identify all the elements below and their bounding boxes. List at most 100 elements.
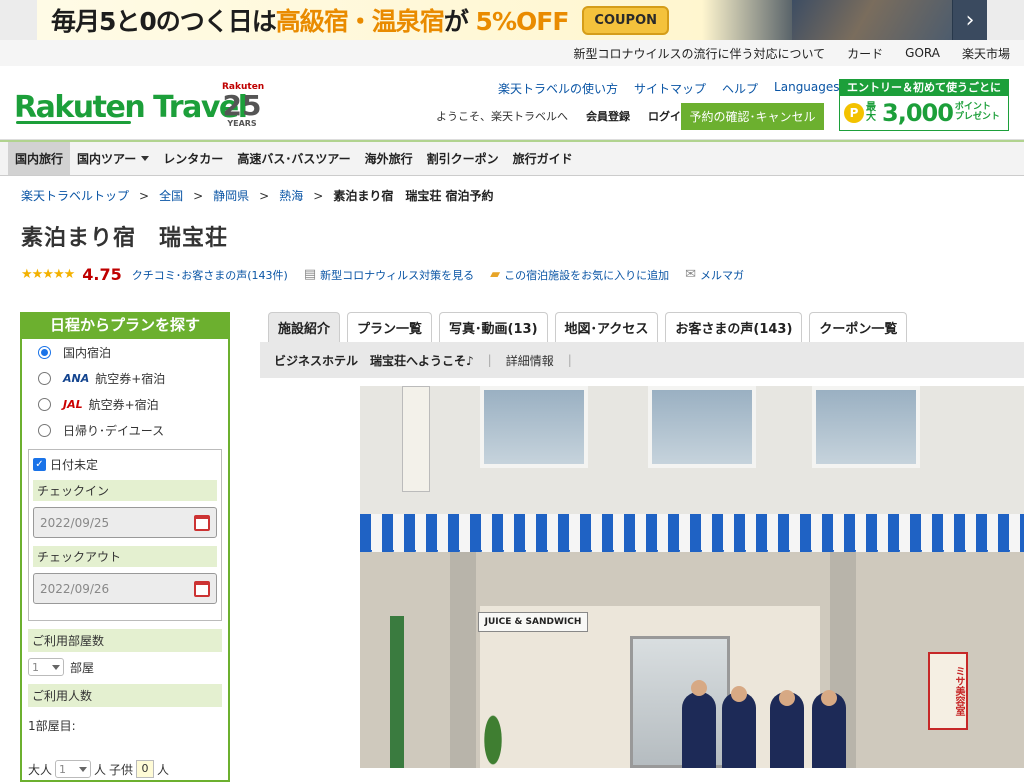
date-undecided-label: 日付未定 [50,457,99,472]
child-input[interactable]: 0 [136,760,155,778]
photo-shop-sign: JUICE & SANDWICH [478,612,588,632]
adult-label: 大人 [28,762,53,777]
radio-jal-air-stay[interactable] [38,397,51,411]
point-promo-banner[interactable]: エントリー＆初めて使うごとに P 最大 3,000 ポイント プレゼント [839,79,1009,131]
option-day-use[interactable]: 日帰り･デイユース [22,417,228,443]
photo-green-pole [390,616,404,768]
tab-plans[interactable]: プラン一覧 [347,312,433,342]
date-undecided-checkbox-row[interactable]: ✓ 日付未定 [33,456,217,472]
rakuten-travel-logo[interactable]: Rakuten Travel [14,90,248,125]
sub-tab-bar: ビジネスホテル 瑞宝荘へようこそ♪ | 詳細情報 | [260,342,1024,378]
nav-overseas[interactable]: 海外旅行 [358,142,420,175]
tab-photos[interactable]: 写真･動画(13) [439,312,548,342]
nav-domestic-tour[interactable]: 国内ツアー [70,142,156,175]
subtab-detail[interactable]: 詳細情報 [506,352,554,369]
photo-staff [722,692,756,768]
photo-window [812,386,920,468]
rating-score: 4.75 [82,265,122,284]
ana-logo-icon: ANA [63,371,90,385]
photo-staff-head [691,680,707,696]
calendar-icon[interactable] [194,580,210,597]
nav-bus[interactable]: 高速バス･バスツアー [230,142,357,175]
util-link-covid[interactable]: 新型コロナウイルスの流行に伴う対応について [574,45,826,62]
tab-coupons[interactable]: クーポン一覧 [809,312,908,342]
tab-facility-intro[interactable]: 施設紹介 [268,312,341,342]
date-box: ✓ 日付未定 チェックイン 2022/09/25 チェックアウト 2022/09… [28,449,222,621]
nav-coupon[interactable]: 割引クーポン [420,142,506,175]
subtab-welcome[interactable]: ビジネスホテル 瑞宝荘へようこそ♪ [274,352,474,369]
add-favorite-link[interactable]: この宿泊施設をお気に入りに追加 [504,267,669,283]
breadcrumb-sep: > [259,188,270,203]
header-links: 楽天トラベルの使い方 サイトマップ ヘルプ Languages [498,80,853,97]
breadcrumb-top[interactable]: 楽天トラベルトップ [21,187,129,204]
link-help[interactable]: ヘルプ [722,80,758,97]
breadcrumb-current: 素泊まり宿 瑞宝荘 宿泊予約 [333,189,494,203]
option-label: 日帰り･デイユース [63,423,165,438]
people-label: ご利用人数 [28,684,222,707]
promo-point-text: ポイント プレゼント [954,102,1000,122]
breadcrumb-sep: > [193,188,204,203]
checkin-label: チェックイン [33,480,217,501]
breadcrumb-atami[interactable]: 熱海 [279,187,303,204]
util-link-card[interactable]: カード [847,45,883,62]
photo-salon-sign: ミサ美容室 [928,652,968,730]
promo-top-text: エントリー＆初めて使うごとに [840,80,1008,96]
people-row: 大人 1 人 子供 0 人 [28,760,222,778]
radio-domestic-stay[interactable] [38,345,51,359]
checkbox-checked-icon[interactable]: ✓ [33,457,46,471]
room1-label: 1部屋目: [28,719,76,733]
checkin-date-input[interactable]: 2022/09/25 [33,507,217,538]
option-ana-air-stay[interactable]: ANA 航空券+宿泊 [22,365,228,391]
welcome-area: ようこそ、楽天トラベルへ 会員登録 ログイン [436,108,692,124]
checkout-date-input[interactable]: 2022/09/26 [33,573,217,604]
rooms-unit: 部屋 [70,660,95,675]
utility-nav: 新型コロナウイルスの流行に伴う対応について カード GORA 楽天市場 [0,40,1024,66]
child-label: 子供 [109,762,134,777]
subtab-sep: | [487,353,492,367]
util-link-ichiba[interactable]: 楽天市場 [962,45,1010,62]
banner-coupon-badge: COUPON [582,5,670,35]
radio-ana-air-stay[interactable] [38,371,51,385]
mail-icon: ✉ [685,267,697,282]
option-label: 航空券+宿泊 [88,397,159,412]
breadcrumb-all[interactable]: 全国 [159,187,183,204]
reviews-link[interactable]: クチコミ･お客さまの声(143件) [132,267,288,283]
nav-rental-car[interactable]: レンタカー [156,142,230,175]
option-domestic-stay[interactable]: 国内宿泊 [22,339,228,365]
photo-vertical-sign [402,386,430,492]
rooms-row: 1 部屋 [28,658,222,676]
radio-day-use[interactable] [38,423,51,437]
util-link-gora[interactable]: GORA [905,46,940,60]
mailmag-link[interactable]: メルマガ [700,267,744,283]
hotel-rating-row: ★★★★★ 4.75 クチコミ･お客さまの声(143件) ▤ 新型コロナウィルス… [21,265,744,284]
chevron-right-icon[interactable]: › [953,0,987,40]
hotel-tabs: 施設紹介 プラン一覧 写真･動画(13) 地図･アクセス お客さまの声(143)… [268,312,908,342]
option-label: 国内宿泊 [63,345,112,360]
hotel-main-photo: JUICE & SANDWICH ミサ美容室 [360,386,1024,768]
covid-measures-link[interactable]: 新型コロナウィルス対策を見る [320,267,474,283]
chevron-down-icon [79,766,88,772]
photo-plant [478,698,508,768]
register-link[interactable]: 会員登録 [586,108,630,124]
plan-search-panel: 日程からプランを探す 国内宿泊 ANA 航空券+宿泊 JAL 航空券+宿泊 日帰… [20,312,230,782]
nav-guide[interactable]: 旅行ガイド [506,142,580,175]
adult-select[interactable]: 1 [55,760,92,778]
reservation-check-button[interactable]: 予約の確認･キャンセル [681,103,824,130]
tab-map[interactable]: 地図･アクセス [554,312,659,342]
nav-domestic[interactable]: 国内旅行 [8,142,71,175]
link-how-to-use[interactable]: 楽天トラベルの使い方 [498,80,618,97]
breadcrumb-sep: > [139,188,150,203]
breadcrumb-shizuoka[interactable]: 静岡県 [213,187,249,204]
tab-reviews[interactable]: お客さまの声(143) [665,312,803,342]
favorite-icon: ▰ [490,267,501,282]
promo-banner[interactable]: 毎月5と0のつく日は高級宿・温泉宿が 5%OFF COUPON › [37,0,987,40]
chevron-down-icon [141,156,150,161]
calendar-icon[interactable] [194,514,210,531]
link-sitemap[interactable]: サイトマップ [634,80,706,97]
option-jal-air-stay[interactable]: JAL 航空券+宿泊 [22,391,228,417]
rooms-select[interactable]: 1 [28,658,64,676]
breadcrumb-sep: > [313,188,324,203]
photo-staff-head [731,686,747,702]
photo-staff [682,692,716,768]
option-label: 航空券+宿泊 [95,371,166,386]
